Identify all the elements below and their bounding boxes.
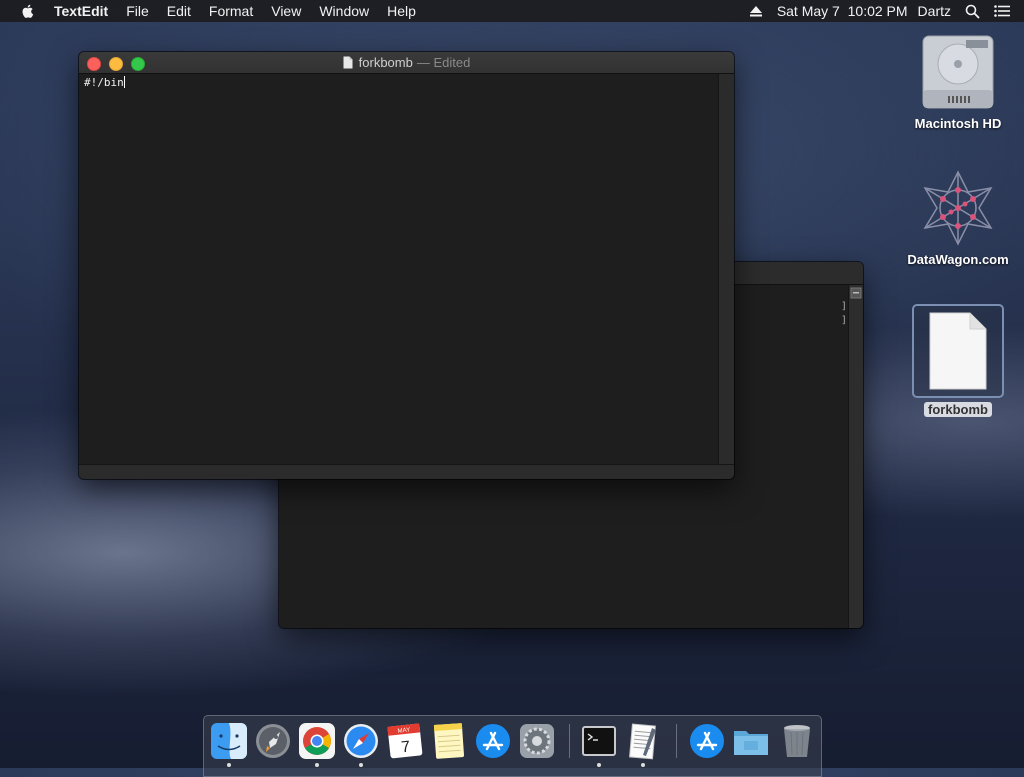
editor-text[interactable]: #!/bin (79, 74, 719, 91)
menu-edit[interactable]: Edit (167, 3, 191, 19)
safari-icon[interactable] (342, 722, 380, 760)
text-caret (123, 76, 125, 88)
running-indicator (315, 763, 319, 767)
menu-view[interactable]: View (271, 3, 301, 19)
launchpad-icon[interactable] (254, 722, 292, 760)
window-title-text: forkbomb (358, 55, 413, 70)
notification-center-icon[interactable] (994, 5, 1010, 17)
desktop-icon-macintosh-hd[interactable]: Macintosh HD (903, 32, 1013, 131)
desktop-icon-forkbomb[interactable]: forkbomb (903, 304, 1013, 417)
spotlight-search-icon[interactable] (965, 4, 980, 19)
notes-icon[interactable] (430, 722, 468, 760)
hard-drive-icon (922, 35, 994, 109)
calendar-icon[interactable]: MAY 7 (386, 722, 424, 760)
background-text-bracket: ] (840, 315, 847, 326)
app-store-icon[interactable] (474, 722, 512, 760)
apple-menu-icon[interactable] (20, 3, 36, 19)
desktop-icon-label: forkbomb (924, 402, 992, 417)
desktop-icon-label: DataWagon.com (907, 252, 1009, 267)
background-text-bracket: ] (840, 301, 847, 312)
zoom-button[interactable] (131, 57, 145, 71)
system-preferences-icon[interactable] (518, 722, 556, 760)
terminal-icon[interactable] (580, 722, 618, 760)
document-icon (929, 312, 987, 390)
menu-user[interactable]: Dartz (918, 3, 951, 19)
window-titlebar[interactable]: forkbomb — Edited (79, 52, 734, 74)
dock-separator (676, 724, 677, 758)
trash-icon[interactable] (778, 722, 816, 760)
edited-indicator[interactable]: — Edited (417, 55, 470, 70)
chrome-icon[interactable] (298, 722, 336, 760)
dock-separator (569, 724, 570, 758)
horizontal-scrollbar[interactable] (79, 464, 734, 479)
eject-icon[interactable] (749, 5, 763, 17)
background-window-scrollbar[interactable] (848, 285, 863, 628)
running-indicator (597, 763, 601, 767)
app-store-downloads-icon[interactable] (688, 722, 726, 760)
close-button[interactable] (87, 57, 101, 71)
finder-icon[interactable] (210, 722, 248, 760)
window-controls (87, 57, 153, 71)
menu-app-name[interactable]: TextEdit (54, 3, 108, 19)
menu-format[interactable]: Format (209, 3, 253, 19)
menu-clock[interactable]: Sat May 7 10:02 PM (777, 3, 908, 19)
scroll-toggle-icon[interactable] (850, 287, 862, 299)
selection-highlight (912, 304, 1004, 398)
menu-file[interactable]: File (126, 3, 149, 19)
editor-content: #!/bin (84, 76, 124, 89)
running-indicator (359, 763, 363, 767)
network-star-icon (923, 170, 993, 246)
menu-help[interactable]: Help (387, 3, 416, 19)
minimize-button[interactable] (109, 57, 123, 71)
menu-window[interactable]: Window (319, 3, 369, 19)
desktop-icon-label: Macintosh HD (914, 116, 1002, 131)
window-title: forkbomb — Edited (343, 55, 470, 70)
calendar-day: 7 (400, 739, 411, 757)
text-editor[interactable]: #!/bin (79, 74, 719, 465)
menu-bar: TextEdit File Edit Format View Window He… (0, 0, 1024, 22)
running-indicator (641, 763, 645, 767)
textedit-icon[interactable] (624, 722, 662, 760)
folder-icon[interactable] (732, 722, 770, 760)
desktop-icon-datawagon[interactable]: DataWagon.com (903, 168, 1013, 267)
document-proxy-icon[interactable] (343, 56, 353, 69)
running-indicator (227, 763, 231, 767)
textedit-window[interactable]: forkbomb — Edited #!/bin (79, 52, 734, 479)
vertical-scrollbar[interactable] (718, 74, 734, 465)
